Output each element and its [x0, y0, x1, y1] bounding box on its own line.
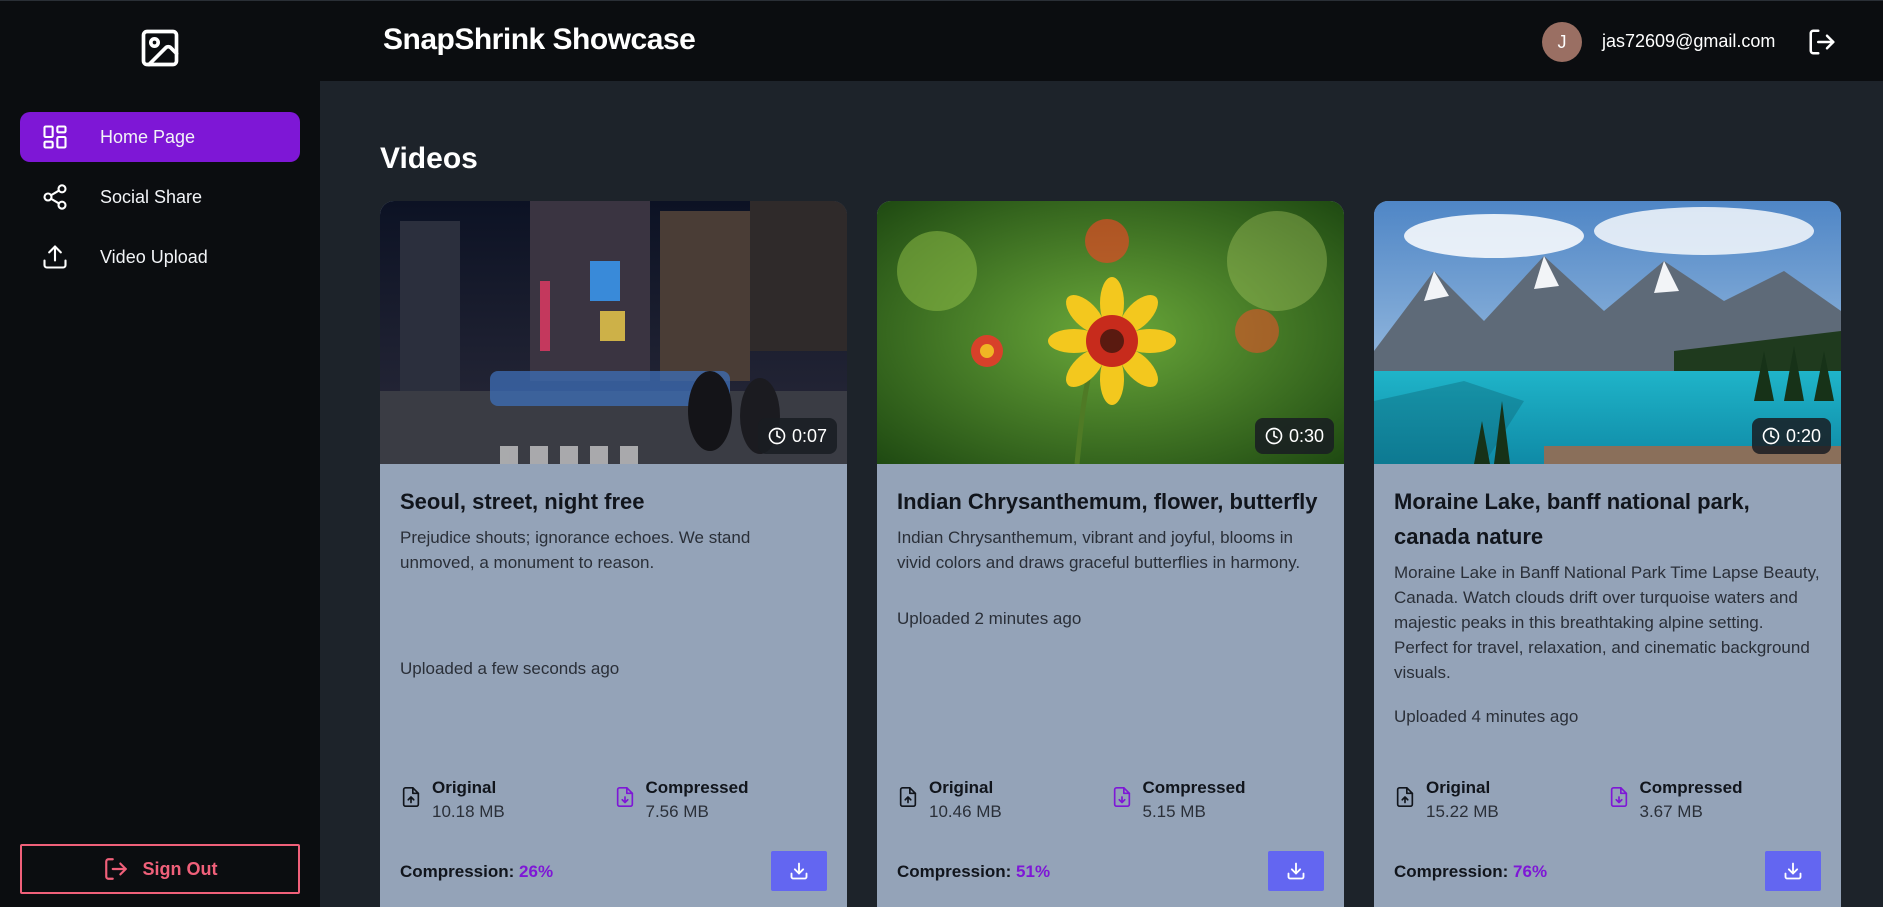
download-button[interactable] [1765, 851, 1821, 891]
compressed-size: 7.56 MB [645, 802, 709, 821]
video-description: Prejudice shouts; ignorance echoes. We s… [400, 528, 751, 572]
video-title: Seoul, street, night free [400, 489, 645, 514]
clock-icon [1265, 427, 1283, 445]
video-description: Indian Chrysanthemum, vibrant and joyful… [897, 528, 1301, 572]
user-email: jas72609@gmail.com [1602, 31, 1776, 51]
clock-icon [768, 427, 786, 445]
compression-label: Compression: [1394, 862, 1509, 881]
avatar[interactable]: J [1542, 22, 1582, 62]
compression-percent: 76% [1513, 862, 1548, 881]
original-size-stat: Original 15.22 MB [1394, 776, 1608, 824]
clock-icon [1762, 427, 1780, 445]
duration-badge: 0:30 [1254, 418, 1334, 454]
compressed-size-stat: Compressed 3.67 MB [1608, 776, 1822, 824]
sign-out-label: Sign Out [142, 858, 218, 879]
compressed-size-stat: Compressed 5.15 MB [1111, 776, 1325, 824]
compression-percent: 26% [519, 862, 554, 881]
upload-icon [40, 242, 70, 272]
compressed-size: 5.15 MB [1142, 802, 1206, 821]
file-down-icon [1111, 785, 1133, 809]
top-header: SnapShrink Showcase J jas72609@gmail.com [320, 0, 1883, 81]
original-size-stat: Original 10.46 MB [897, 776, 1111, 824]
sidebar-item-label: Home Page [100, 126, 196, 147]
size-stats: Original 15.22 MB Compressed 3.67 MB [1394, 776, 1821, 824]
file-up-icon [1394, 785, 1416, 809]
duration-text: 0:30 [1288, 425, 1324, 446]
original-size: 15.22 MB [1426, 802, 1499, 821]
sidebar-item-label: Video Upload [100, 246, 208, 267]
compressed-size: 3.67 MB [1639, 802, 1703, 821]
original-label: Original [432, 778, 497, 797]
file-down-icon [614, 785, 636, 809]
download-icon [1287, 862, 1305, 880]
compressed-label: Compressed [1142, 778, 1246, 797]
sidebar-item-home-page[interactable]: Home Page [20, 112, 300, 162]
video-card: 0:07 Seoul, street, night free Prejudice… [380, 201, 847, 907]
video-description: Moraine Lake in Banff National Park Time… [1394, 563, 1820, 682]
share-icon [40, 182, 70, 212]
video-card: 0:30 Indian Chrysanthemum, flower, butte… [877, 201, 1344, 907]
video-card: 0:20 Moraine Lake, banff national park, … [1374, 201, 1841, 907]
page-title: Videos [380, 142, 478, 175]
compression-ratio: Compression: 76% [1394, 862, 1547, 882]
sidebar-item-label: Social Share [100, 186, 203, 207]
size-stats: Original 10.18 MB Compressed 7.56 MB [400, 776, 827, 824]
video-title: Indian Chrysanthemum, flower, butterfly [897, 489, 1318, 514]
file-up-icon [897, 785, 919, 809]
compression-label: Compression: [897, 862, 1012, 881]
original-size: 10.46 MB [929, 802, 1002, 821]
sidebar: Home Page Social Share Video Upload Sign… [0, 0, 320, 907]
compression-ratio: Compression: 51% [897, 862, 1050, 882]
duration-text: 0:20 [1785, 425, 1821, 446]
download-button[interactable] [771, 851, 827, 891]
duration-badge: 0:07 [757, 418, 837, 454]
log-out-icon [103, 856, 129, 882]
download-button[interactable] [1268, 851, 1324, 891]
card-body: Indian Chrysanthemum, flower, butterfly … [877, 464, 1344, 907]
size-stats: Original 10.46 MB Compressed 5.15 MB [897, 776, 1324, 824]
card-body: Seoul, street, night free Prejudice shou… [380, 464, 847, 907]
original-label: Original [1426, 778, 1491, 797]
upload-time: Uploaded 2 minutes ago [897, 609, 1082, 628]
duration-text: 0:07 [791, 425, 827, 446]
upload-time: Uploaded 4 minutes ago [1394, 707, 1579, 726]
original-size-stat: Original 10.18 MB [400, 776, 614, 824]
download-icon [790, 862, 808, 880]
video-thumbnail[interactable]: 0:07 [380, 201, 847, 464]
upload-time: Uploaded a few seconds ago [400, 659, 620, 678]
file-down-icon [1608, 785, 1630, 809]
sidebar-item-social-share[interactable]: Social Share [20, 172, 300, 222]
duration-badge: 0:20 [1751, 418, 1831, 454]
compressed-size-stat: Compressed 7.56 MB [614, 776, 828, 824]
download-icon [1784, 862, 1802, 880]
compressed-label: Compressed [1639, 778, 1743, 797]
app-title: SnapShrink Showcase [383, 23, 696, 56]
layout-dashboard-icon [40, 122, 70, 152]
sign-out-button[interactable]: Sign Out [20, 844, 300, 894]
compression-label: Compression: [400, 862, 515, 881]
card-body: Moraine Lake, banff national park, canad… [1374, 464, 1841, 907]
compressed-label: Compressed [645, 778, 749, 797]
file-up-icon [400, 785, 422, 809]
compression-percent: 51% [1016, 862, 1051, 881]
original-size: 10.18 MB [432, 802, 505, 821]
sidebar-item-video-upload[interactable]: Video Upload [20, 232, 300, 282]
image-icon [138, 26, 182, 70]
sidebar-nav: Home Page Social Share Video Upload [20, 112, 300, 292]
compression-ratio: Compression: 26% [400, 862, 553, 882]
log-out-icon [1809, 29, 1835, 55]
logout-button[interactable] [1807, 27, 1837, 57]
original-label: Original [929, 778, 994, 797]
video-thumbnail[interactable]: 0:20 [1374, 201, 1841, 464]
video-thumbnail[interactable]: 0:30 [877, 201, 1344, 464]
video-title: Moraine Lake, banff national park, canad… [1394, 489, 1750, 549]
